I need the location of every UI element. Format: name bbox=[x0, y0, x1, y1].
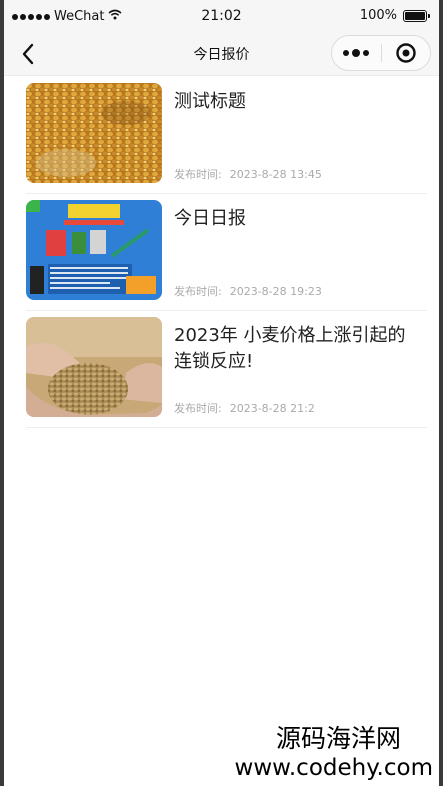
article-thumbnail bbox=[26, 83, 162, 183]
close-button[interactable] bbox=[381, 36, 430, 70]
publish-time-value: 2023-8-28 13:45 bbox=[229, 168, 322, 181]
publish-time-label: 发布时间: bbox=[174, 285, 222, 298]
phone-screen: WeChat 21:02 100% 今日报价 测试标题 发布时间: 2023-8… bbox=[4, 0, 439, 786]
article-thumbnail bbox=[26, 317, 162, 417]
article-thumbnail bbox=[26, 200, 162, 300]
publish-time-value: 2023-8-28 19:23 bbox=[229, 285, 322, 298]
battery-percent: 100% bbox=[359, 8, 397, 23]
list-item[interactable]: 今日日报 发布时间: 2023-8-28 19:23 bbox=[26, 194, 427, 311]
article-title: 今日日报 bbox=[174, 208, 246, 229]
list-item[interactable]: 测试标题 发布时间: 2023-8-28 13:45 bbox=[26, 77, 427, 194]
target-icon bbox=[396, 43, 416, 63]
article-title: 2023年 小麦价格上涨引起的连锁反应! bbox=[174, 325, 406, 372]
publish-time-value: 2023-8-28 21:2 bbox=[229, 402, 315, 415]
watermark-url: www.codehy.com bbox=[234, 755, 433, 781]
article-title: 测试标题 bbox=[174, 91, 246, 112]
battery-icon bbox=[403, 9, 430, 22]
more-button[interactable] bbox=[332, 36, 381, 70]
publish-time-label: 发布时间: bbox=[174, 402, 222, 415]
more-dots-icon bbox=[343, 50, 350, 56]
list-item[interactable]: 2023年 小麦价格上涨引起的连锁反应! 发布时间: 2023-8-28 21:2 bbox=[26, 311, 427, 428]
publish-time: 发布时间: 2023-8-28 19:23 bbox=[174, 283, 322, 299]
article-list: 测试标题 发布时间: 2023-8-28 13:45 今日日报 发布时间: 20… bbox=[4, 77, 439, 428]
publish-time-label: 发布时间: bbox=[174, 168, 222, 181]
watermark-site-name: 源码海洋网 bbox=[275, 724, 401, 753]
watermark: 源码海洋网 www.codehy.com bbox=[235, 724, 433, 782]
publish-time: 发布时间: 2023-8-28 13:45 bbox=[174, 166, 322, 182]
navigation-bar: 今日报价 bbox=[4, 32, 439, 76]
battery-group: 100% bbox=[359, 8, 430, 23]
publish-time: 发布时间: 2023-8-28 21:2 bbox=[174, 400, 315, 416]
status-bar: WeChat 21:02 100% bbox=[4, 0, 439, 32]
mini-program-capsule bbox=[331, 35, 431, 71]
